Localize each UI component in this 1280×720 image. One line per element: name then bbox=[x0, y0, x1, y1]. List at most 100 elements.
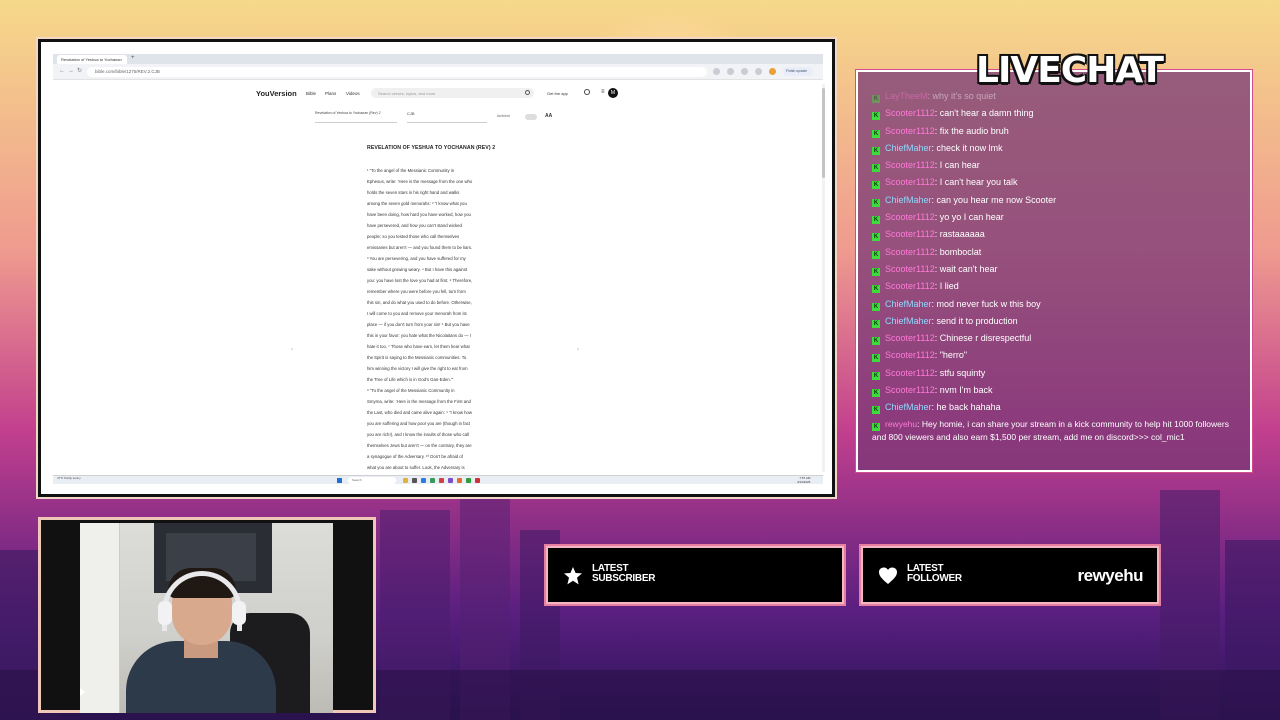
chrome-icon[interactable] bbox=[466, 478, 471, 483]
chat-message: K ChiefMaher: can you hear me now Scooter bbox=[872, 192, 1242, 209]
passage-line: remember where you were before you fell,… bbox=[367, 289, 466, 294]
start-icon[interactable] bbox=[337, 478, 342, 483]
chat-message: K Scooter1112: fix the audio bruh bbox=[872, 123, 1242, 140]
chat-username[interactable]: Scooter1112 bbox=[885, 160, 935, 170]
reload-icon[interactable]: ↻ bbox=[77, 68, 83, 74]
chat-username[interactable]: Scooter1112 bbox=[885, 229, 935, 239]
chat-text: send it to production bbox=[936, 315, 1018, 326]
kick-badge-icon: K bbox=[872, 267, 880, 276]
youversion-logo[interactable]: YouVersion bbox=[256, 89, 297, 98]
chat-message-list[interactable]: K LayTheeM: why it's so quiet K Scooter1112… bbox=[872, 88, 1242, 458]
chat-text: wait can't hear bbox=[939, 263, 998, 274]
screen-capture: Revelation of Yeshua to Yochanan + ← → ↻… bbox=[36, 37, 837, 499]
nav-bible[interactable]: Bible bbox=[306, 91, 316, 96]
chat-username[interactable]: Scooter1112 bbox=[885, 350, 935, 360]
extensions-icon[interactable] bbox=[727, 68, 734, 75]
menu-icon[interactable]: ≡ bbox=[601, 89, 605, 95]
chat-username[interactable]: LayTheeM bbox=[885, 91, 928, 101]
forward-icon[interactable]: → bbox=[68, 68, 74, 74]
font-settings-button[interactable]: AA bbox=[545, 113, 552, 119]
browser-tab[interactable]: Revelation of Yeshua to Yochanan bbox=[57, 55, 127, 64]
taskbar-app-icon[interactable] bbox=[448, 478, 453, 483]
nav-plans[interactable]: Plans bbox=[325, 91, 336, 96]
back-icon[interactable]: ← bbox=[59, 68, 65, 74]
webcam-frame bbox=[38, 517, 376, 713]
heart-icon bbox=[879, 567, 897, 584]
scrollbar-thumb[interactable] bbox=[822, 88, 825, 178]
version-selector[interactable]: CJB bbox=[407, 111, 487, 123]
kick-badge-icon: K bbox=[872, 406, 880, 415]
obs-icon[interactable] bbox=[475, 478, 480, 483]
audio-button[interactable]: Ambient bbox=[497, 114, 510, 118]
passage-line: the Spirit is saying to the Messianic co… bbox=[367, 355, 467, 360]
chat-username[interactable]: Scooter1112 bbox=[885, 177, 935, 187]
chat-message: K Scooter1112: yo yo I can hear bbox=[872, 209, 1242, 226]
chat-message: K Scooter1112: rastaaaaaa bbox=[872, 226, 1242, 243]
chat-message: K ChiefMaher: mod never fuck w this boy bbox=[872, 296, 1242, 313]
passage-text: ¹ “To the angel of the Messianic Communi… bbox=[367, 165, 512, 470]
chat-message: K ChiefMaher: he back hahaha bbox=[872, 399, 1242, 416]
chat-username[interactable]: Scooter1112 bbox=[885, 264, 935, 274]
chapter-title: REVELATION OF YESHUA TO YOCHANAN (REV) 2 bbox=[367, 145, 496, 151]
chat-message: K Scooter1112: stfu squinty bbox=[872, 365, 1242, 382]
chat-username[interactable]: ChiefMaher bbox=[885, 402, 932, 412]
chat-title: LIVECHAT bbox=[976, 50, 1164, 91]
chat-username[interactable]: ChiefMaher bbox=[885, 195, 932, 205]
chat-username[interactable]: rewyehu bbox=[885, 419, 917, 429]
subscriber-label: LATEST SUBSCRIBER bbox=[592, 564, 655, 584]
browser-toolbar: ← → ↻ bible.com/bible/1275/REV.2.CJB Fin… bbox=[53, 64, 823, 80]
passage-line: ¹ “To the angel of the Messianic Communi… bbox=[367, 168, 455, 173]
chat-username[interactable]: Scooter1112 bbox=[885, 247, 935, 257]
audio-toggle[interactable] bbox=[525, 114, 537, 120]
address-bar[interactable]: bible.com/bible/1275/REV.2.CJB bbox=[87, 67, 707, 77]
taskbar-app-icon[interactable] bbox=[439, 478, 444, 483]
update-button[interactable]: Finish update bbox=[783, 67, 813, 76]
bookmark-star-icon[interactable] bbox=[713, 68, 720, 75]
passage-line: what you are about to suffer. Look, the … bbox=[367, 465, 465, 470]
passage-line: a synagogue of the Adversary. ¹⁰ Don't b… bbox=[367, 454, 463, 459]
book-selector[interactable]: Revelation of Yeshua to Yochanan (Rev) 2 bbox=[315, 111, 397, 123]
previous-chapter-icon[interactable]: ‹ bbox=[291, 347, 293, 353]
chat-text: nvm I'm back bbox=[939, 385, 993, 396]
weather-widget[interactable]: 47°F Partly sunny bbox=[57, 476, 81, 481]
passage-line: him winning the victory I will give the … bbox=[367, 366, 468, 371]
passage-line: you: you have lost the love you had at f… bbox=[367, 278, 473, 283]
profile-icon[interactable] bbox=[769, 68, 776, 75]
chat-username[interactable]: Scooter1112 bbox=[885, 108, 935, 118]
chat-username[interactable]: Scooter1112 bbox=[885, 385, 935, 395]
globe-icon[interactable] bbox=[584, 89, 590, 95]
search-input[interactable]: Search verses, topics, and more bbox=[371, 88, 534, 98]
avatar[interactable]: M bbox=[608, 88, 618, 98]
chat-username[interactable]: ChiefMaher bbox=[885, 143, 932, 153]
taskbar-app-icon[interactable] bbox=[412, 478, 417, 483]
kick-badge-icon: K bbox=[872, 302, 880, 311]
page-scrollbar[interactable] bbox=[822, 84, 825, 472]
sidebar-icon[interactable] bbox=[755, 68, 762, 75]
chat-username[interactable]: Scooter1112 bbox=[885, 281, 935, 291]
passage-line: ³ You are persevering, and you have suff… bbox=[367, 256, 466, 261]
chat-text: can you hear me now Scooter bbox=[936, 194, 1057, 205]
chat-username[interactable]: Scooter1112 bbox=[885, 333, 935, 343]
chat-username[interactable]: Scooter1112 bbox=[885, 126, 935, 136]
taskbar-app-icon[interactable] bbox=[430, 478, 435, 483]
new-tab-icon[interactable]: + bbox=[131, 55, 135, 61]
taskbar-search[interactable]: Search bbox=[348, 477, 396, 484]
downloads-icon[interactable] bbox=[741, 68, 748, 75]
chat-username[interactable]: Scooter1112 bbox=[885, 368, 935, 378]
chat-username[interactable]: Scooter1112 bbox=[885, 212, 935, 222]
taskbar-clock[interactable]: 7:57 AM 4/13/2025 bbox=[797, 476, 810, 484]
chat-message: K LayTheeM: why it's so quiet bbox=[872, 88, 1242, 105]
next-chapter-icon[interactable]: › bbox=[577, 347, 579, 353]
passage-line: this sin, and do what you used to do bef… bbox=[367, 300, 472, 305]
kick-badge-icon: K bbox=[872, 423, 880, 431]
chat-username[interactable]: ChiefMaher bbox=[885, 299, 932, 309]
nav-videos[interactable]: Videos bbox=[346, 91, 360, 96]
passage-line: Smyrna, write: ‘Here is the message from… bbox=[367, 399, 471, 404]
get-app-link[interactable]: Get the app bbox=[547, 91, 568, 96]
chat-username[interactable]: ChiefMaher bbox=[885, 316, 932, 326]
search-icon[interactable] bbox=[525, 90, 530, 95]
taskbar-app-icon[interactable] bbox=[457, 478, 462, 483]
passage-line: I will come to you and remove your menor… bbox=[367, 311, 467, 316]
edge-icon[interactable] bbox=[421, 478, 426, 483]
file-explorer-icon[interactable] bbox=[403, 478, 408, 483]
